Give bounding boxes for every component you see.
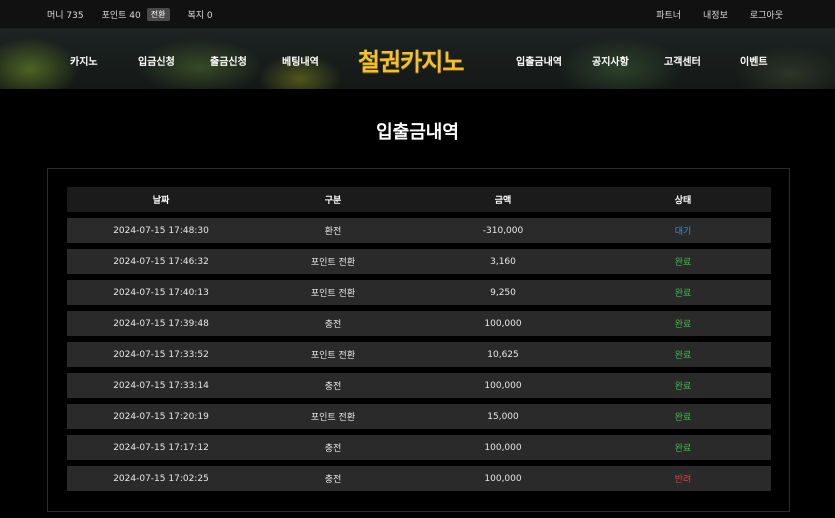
header-type: 구분 [324,196,342,206]
row-date: 2024-07-15 17:17:12 [113,442,209,453]
row-type: 충전 [324,475,342,485]
nav-item-customer-center[interactable]: 고객센터 [664,53,701,68]
row-amount: 100,000 [484,318,522,329]
partner-link[interactable]: 파트너 [656,8,681,21]
row-date: 2024-07-15 17:33:14 [113,380,209,391]
row-status: 완료 [674,258,692,268]
table-row[interactable]: 2024-07-15 17:17:12 충전 100,000 완료 [67,435,771,460]
nav-item-transaction-history[interactable]: 입출금내역 [516,53,562,68]
row-amount: -310,000 [482,225,524,236]
row-type: 충전 [324,320,342,330]
money-balance: 머니 735 [47,11,84,21]
row-date: 2024-07-15 17:33:52 [113,349,209,360]
row-amount: 15,000 [487,411,519,422]
point-convert-button[interactable]: 전환 [146,8,170,21]
table-row[interactable]: 2024-07-15 17:48:30 환전 -310,000 대기 [67,218,771,243]
table-row[interactable]: 2024-07-15 17:33:52 포인트 전환 10,625 완료 [67,342,771,367]
my-info-link[interactable]: 내정보 [703,8,728,21]
row-status: 완료 [674,289,692,299]
row-amount: 10,625 [487,349,519,360]
row-type: 포인트 전환 [310,413,356,423]
row-date: 2024-07-15 17:20:19 [113,411,209,422]
table-row[interactable]: 2024-07-15 17:33:14 충전 100,000 완료 [67,373,771,398]
table-row[interactable]: 2024-07-15 17:46:32 포인트 전환 3,160 완료 [67,249,771,274]
row-status: 반려 [674,475,692,485]
row-amount: 100,000 [484,442,522,453]
row-amount: 3,160 [490,256,516,267]
row-amount: 100,000 [484,380,522,391]
point-balance: 포인트 40 [101,11,141,21]
row-type: 포인트 전환 [310,258,356,268]
nav-item-betting-history[interactable]: 베팅내역 [282,53,319,68]
row-type: 환전 [324,227,342,237]
row-date: 2024-07-15 17:02:25 [113,473,209,484]
table-row[interactable]: 2024-07-15 17:40:13 포인트 전환 9,250 완료 [67,280,771,305]
row-status: 완료 [674,351,692,361]
row-date: 2024-07-15 17:46:32 [113,256,209,267]
row-amount: 9,250 [490,287,516,298]
table-header: 날짜 구분 금액 상태 [67,187,771,212]
row-type: 포인트 전환 [310,289,356,299]
top-links: 파트너 내정보 로그아웃 [656,8,783,21]
lottery-balance: 복지 0 [187,11,213,21]
table-row[interactable]: 2024-07-15 17:02:25 충전 100,000 반려 [67,466,771,491]
row-date: 2024-07-15 17:48:30 [113,225,209,236]
header-date: 날짜 [152,196,170,206]
nav-item-deposit-request[interactable]: 입금신청 [138,53,175,68]
row-status: 완료 [674,444,692,454]
row-type: 포인트 전환 [310,351,356,361]
row-type: 충전 [324,444,342,454]
row-date: 2024-07-15 17:40:13 [113,287,209,298]
nav-item-casino[interactable]: 카지노 [70,53,98,68]
row-type: 충전 [324,382,342,392]
header-amount: 금액 [494,196,512,206]
user-balance-area: 머니 735 포인트 40 전환 복지 0 [47,8,213,21]
row-date: 2024-07-15 17:39:48 [113,318,209,329]
row-status: 완료 [674,413,692,423]
row-status: 완료 [674,382,692,392]
main-nav: 카지노 입금신청 출금신청 베팅내역 철권카지노 입출금내역 공지사항 고객센터… [0,29,835,89]
row-status: 대기 [674,227,692,237]
top-bar: 머니 735 포인트 40 전환 복지 0 파트너 내정보 로그아웃 [0,0,835,29]
nav-item-withdraw-request[interactable]: 출금신청 [210,53,247,68]
row-status: 완료 [674,320,692,330]
row-amount: 100,000 [484,473,522,484]
page-title: 입출금내역 [376,122,459,143]
logout-link[interactable]: 로그아웃 [750,8,783,21]
nav-item-event[interactable]: 이벤트 [740,53,768,68]
table-row[interactable]: 2024-07-15 17:20:19 포인트 전환 15,000 완료 [67,404,771,429]
table-row[interactable]: 2024-07-15 17:39:48 충전 100,000 완료 [67,311,771,336]
header-status: 상태 [674,196,692,206]
nav-item-notice[interactable]: 공지사항 [592,53,629,68]
site-logo[interactable]: 철권카지노 [358,42,464,77]
transaction-table-panel: 날짜 구분 금액 상태 2024-07-15 17:48:30 환전 -310,00… [47,168,790,512]
